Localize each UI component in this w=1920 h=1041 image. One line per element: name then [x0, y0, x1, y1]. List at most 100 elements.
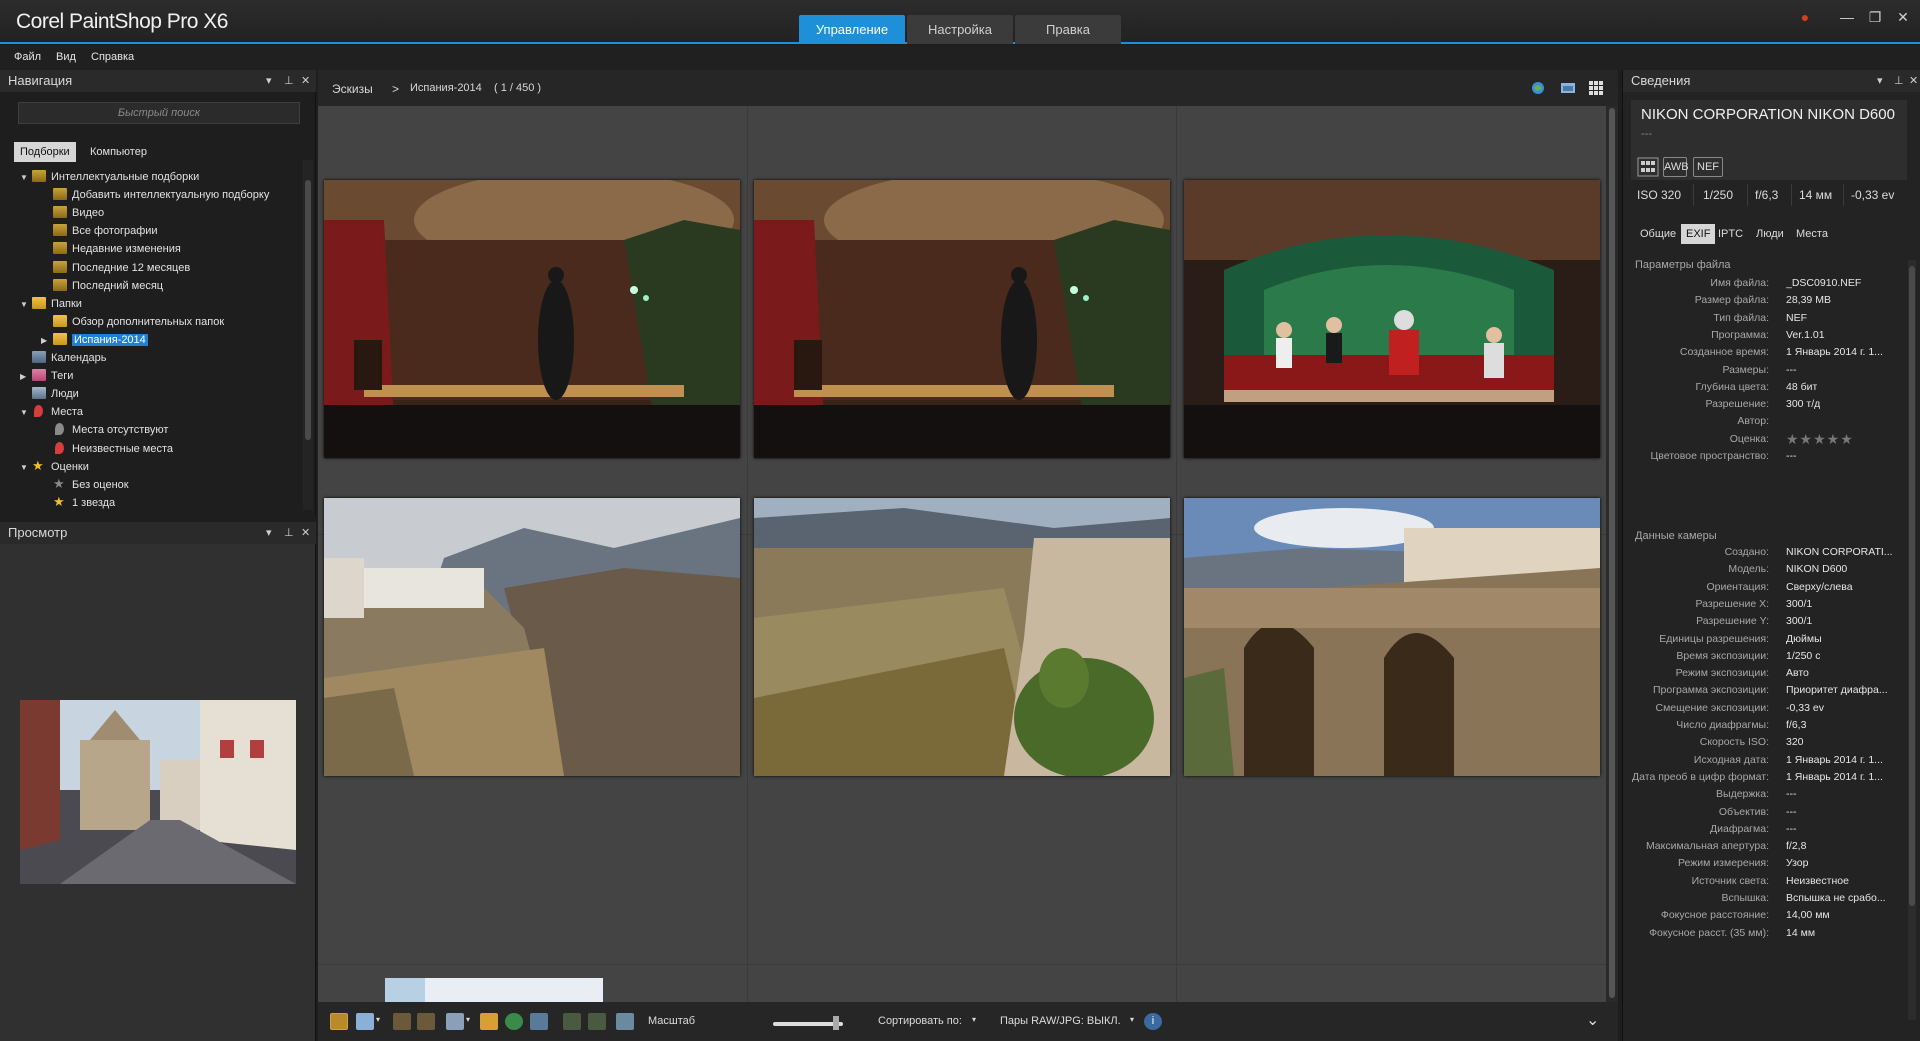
thumbnail-1[interactable]: [324, 180, 740, 458]
collapse-chevron-icon[interactable]: ⌄: [1586, 1010, 1599, 1030]
zoom-slider-handle[interactable]: [832, 1016, 839, 1030]
menu-file[interactable]: Файл: [14, 51, 41, 63]
tree-item[interactable]: ★ 1 звезда: [41, 494, 115, 512]
dropdown-arrow-icon[interactable]: ▾: [376, 1015, 380, 1024]
close-icon[interactable]: ✕: [301, 522, 310, 544]
page-icon[interactable]: [356, 1013, 374, 1030]
sort-dropdown-icon[interactable]: ▾: [972, 1015, 976, 1024]
close-icon[interactable]: ✕: [1909, 70, 1918, 92]
thumbnail-3[interactable]: [1184, 180, 1600, 458]
expanded-arrow-icon[interactable]: ▼: [20, 459, 32, 477]
tree-item[interactable]: ▶ Теги: [20, 367, 73, 385]
tree-item[interactable]: Люди: [20, 385, 79, 403]
exif-value: NEF: [1786, 311, 1807, 324]
navigation-scrollbar-thumb[interactable]: [305, 180, 311, 440]
tree-item[interactable]: Места отсутствуют: [41, 421, 168, 439]
raw-pairs-toggle[interactable]: Пары RAW/JPG: ВЫКЛ.: [1000, 1015, 1121, 1027]
tree-item-label: Последние 12 месяцев: [72, 261, 191, 274]
people-tag-icon[interactable]: [446, 1013, 464, 1030]
info-panel: Сведения ▾ ⊥ ✕ NIKON CORPORATION NIKON D…: [1622, 70, 1920, 1041]
close-icon[interactable]: ✕: [301, 70, 310, 92]
organizer-icon[interactable]: [330, 1013, 348, 1030]
collapsed-arrow-icon[interactable]: ▶: [41, 332, 53, 350]
panel-menu-icon[interactable]: ▾: [1877, 70, 1883, 92]
minimize-button[interactable]: —: [1836, 8, 1858, 26]
tree-item[interactable]: ▼ Места: [20, 403, 83, 421]
breadcrumb-folder[interactable]: Испания-2014: [410, 82, 482, 94]
tree-item[interactable]: Неизвестные места: [41, 440, 173, 458]
tree-item[interactable]: ▼ ★ Оценки: [20, 458, 89, 476]
tag-icon: [32, 369, 46, 382]
tree-item[interactable]: Добавить интеллектуальную подборку: [41, 186, 269, 204]
star-icon: ★: [53, 493, 65, 509]
tab-adjust[interactable]: Настройка: [907, 15, 1013, 44]
tree-item[interactable]: ▼ Папки: [20, 295, 82, 313]
share-icon[interactable]: [505, 1013, 523, 1030]
menu-help[interactable]: Справка: [91, 51, 134, 63]
preview-mode-icon[interactable]: [1560, 80, 1576, 96]
info-icon[interactable]: i: [1144, 1013, 1162, 1030]
flag-icon[interactable]: [588, 1013, 606, 1030]
close-button[interactable]: ✕: [1892, 8, 1914, 26]
info-scrollbar-thumb[interactable]: [1909, 266, 1915, 906]
exif-label: Единицы разрешения:: [1659, 632, 1769, 645]
awb-badge: AWB: [1663, 157, 1689, 177]
thumbnail-4[interactable]: [324, 498, 740, 776]
flag-icon[interactable]: [563, 1013, 581, 1030]
tree-item[interactable]: Недавние изменения: [41, 240, 181, 258]
tab-manage[interactable]: Управление: [799, 15, 905, 44]
tree-item[interactable]: ★ Без оценок: [41, 476, 129, 494]
tab-exif[interactable]: EXIF: [1681, 224, 1716, 244]
tree-item-label: 1 звезда: [72, 496, 116, 509]
expanded-arrow-icon[interactable]: ▼: [20, 404, 32, 422]
tab-iptc[interactable]: IPTC: [1713, 224, 1748, 244]
expanded-arrow-icon[interactable]: ▼: [20, 296, 32, 314]
map-view-icon[interactable]: [1530, 80, 1546, 96]
tree-item[interactable]: Все фотографии: [41, 222, 158, 240]
tab-people[interactable]: Люди: [1751, 224, 1789, 244]
tab-general[interactable]: Общие: [1635, 224, 1681, 244]
print-icon[interactable]: [530, 1013, 548, 1030]
preview-image: [20, 700, 296, 884]
brush-icon[interactable]: [393, 1013, 411, 1030]
thumbnail-mode-icon[interactable]: [1588, 80, 1604, 96]
thumbnail-7[interactable]: [385, 978, 603, 1002]
exif-value: 320: [1786, 736, 1804, 749]
panel-menu-icon[interactable]: ▾: [266, 522, 272, 544]
tree-item[interactable]: ▼ Интеллектуальные подборки: [20, 168, 199, 186]
tree-item[interactable]: ▶ Испания-2014: [41, 331, 148, 349]
smart-collection-icon: [53, 260, 67, 273]
thumbnail-5[interactable]: [754, 498, 1170, 776]
panel-menu-icon[interactable]: ▾: [266, 70, 272, 92]
tree-item[interactable]: Последний месяц: [41, 277, 163, 295]
pin-icon[interactable]: ⊥: [284, 522, 294, 544]
exif-label: Объектив:: [1718, 805, 1769, 818]
tab-computer[interactable]: Компьютер: [84, 142, 153, 162]
tab-edit[interactable]: Правка: [1015, 15, 1121, 44]
tree-item[interactable]: Календарь: [20, 349, 107, 367]
map-icon[interactable]: [480, 1013, 498, 1030]
thumbnail-scrollbar-thumb[interactable]: [1609, 108, 1615, 998]
tree-item[interactable]: Последние 12 месяцев: [41, 259, 190, 277]
thumbnail-2[interactable]: [754, 180, 1170, 458]
pin-icon[interactable]: ⊥: [1894, 70, 1904, 92]
tab-places[interactable]: Места: [1791, 224, 1833, 244]
exif-value: 14 мм: [1786, 926, 1816, 939]
restore-button[interactable]: ❐: [1864, 8, 1886, 26]
tree-item[interactable]: Обзор дополнительных папок: [41, 313, 224, 331]
breadcrumb-root[interactable]: Эскизы: [332, 82, 373, 96]
collapsed-arrow-icon[interactable]: ▶: [20, 368, 32, 386]
dropdown-arrow-icon[interactable]: ▾: [466, 1015, 470, 1024]
calendar-icon[interactable]: [616, 1013, 634, 1030]
pin-icon[interactable]: ⊥: [284, 70, 294, 92]
tree-item[interactable]: Видео: [41, 204, 104, 222]
raw-pairs-dropdown-icon[interactable]: ▾: [1130, 1015, 1134, 1024]
quick-search-input[interactable]: Быстрый поиск: [18, 102, 300, 124]
menu-view[interactable]: Вид: [56, 51, 76, 63]
tab-collections[interactable]: Подборки: [14, 142, 76, 162]
expanded-arrow-icon[interactable]: ▼: [20, 169, 32, 187]
thumbnail-6[interactable]: [1184, 498, 1600, 776]
pen-icon[interactable]: [417, 1013, 435, 1030]
rating-stars[interactable]: ★★★★★: [1786, 431, 1854, 448]
user-icon[interactable]: ●: [1794, 8, 1816, 26]
